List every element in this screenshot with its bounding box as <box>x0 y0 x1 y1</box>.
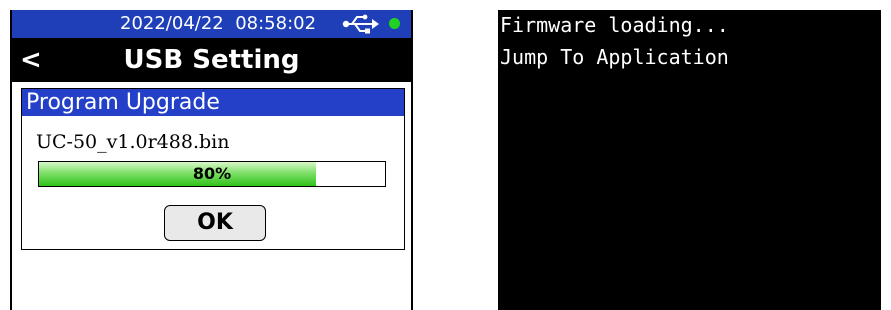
terminal-screen: Firmware loading... Jump To Application <box>498 10 881 310</box>
ok-button[interactable]: OK <box>164 205 266 241</box>
status-datetime: 2022/04/22 08:58:02 <box>120 10 316 38</box>
page-title: USB Setting <box>123 45 300 75</box>
usb-setting-screen: 2022/04/22 08:58:02 < USB Setting Progra… <box>10 10 413 310</box>
status-bar: 2022/04/22 08:58:02 <box>12 10 411 38</box>
firmware-file-name: UC-50_v1.0r488.bin <box>36 131 230 153</box>
connection-status-indicator <box>389 18 400 29</box>
program-upgrade-dialog: Program Upgrade UC-50_v1.0r488.bin 80% O… <box>21 88 405 250</box>
status-date: 2022/04/22 <box>120 13 224 34</box>
dialog-title: Program Upgrade <box>22 89 404 116</box>
title-bar: < USB Setting <box>12 38 411 82</box>
progress-percent-label: 80% <box>192 164 232 183</box>
status-time: 08:58:02 <box>235 13 317 34</box>
terminal-line: Jump To Application <box>500 45 729 69</box>
terminal-line: Firmware loading... <box>500 13 729 37</box>
usb-icon <box>342 14 379 34</box>
upgrade-progress-bar: 80% <box>38 161 386 187</box>
